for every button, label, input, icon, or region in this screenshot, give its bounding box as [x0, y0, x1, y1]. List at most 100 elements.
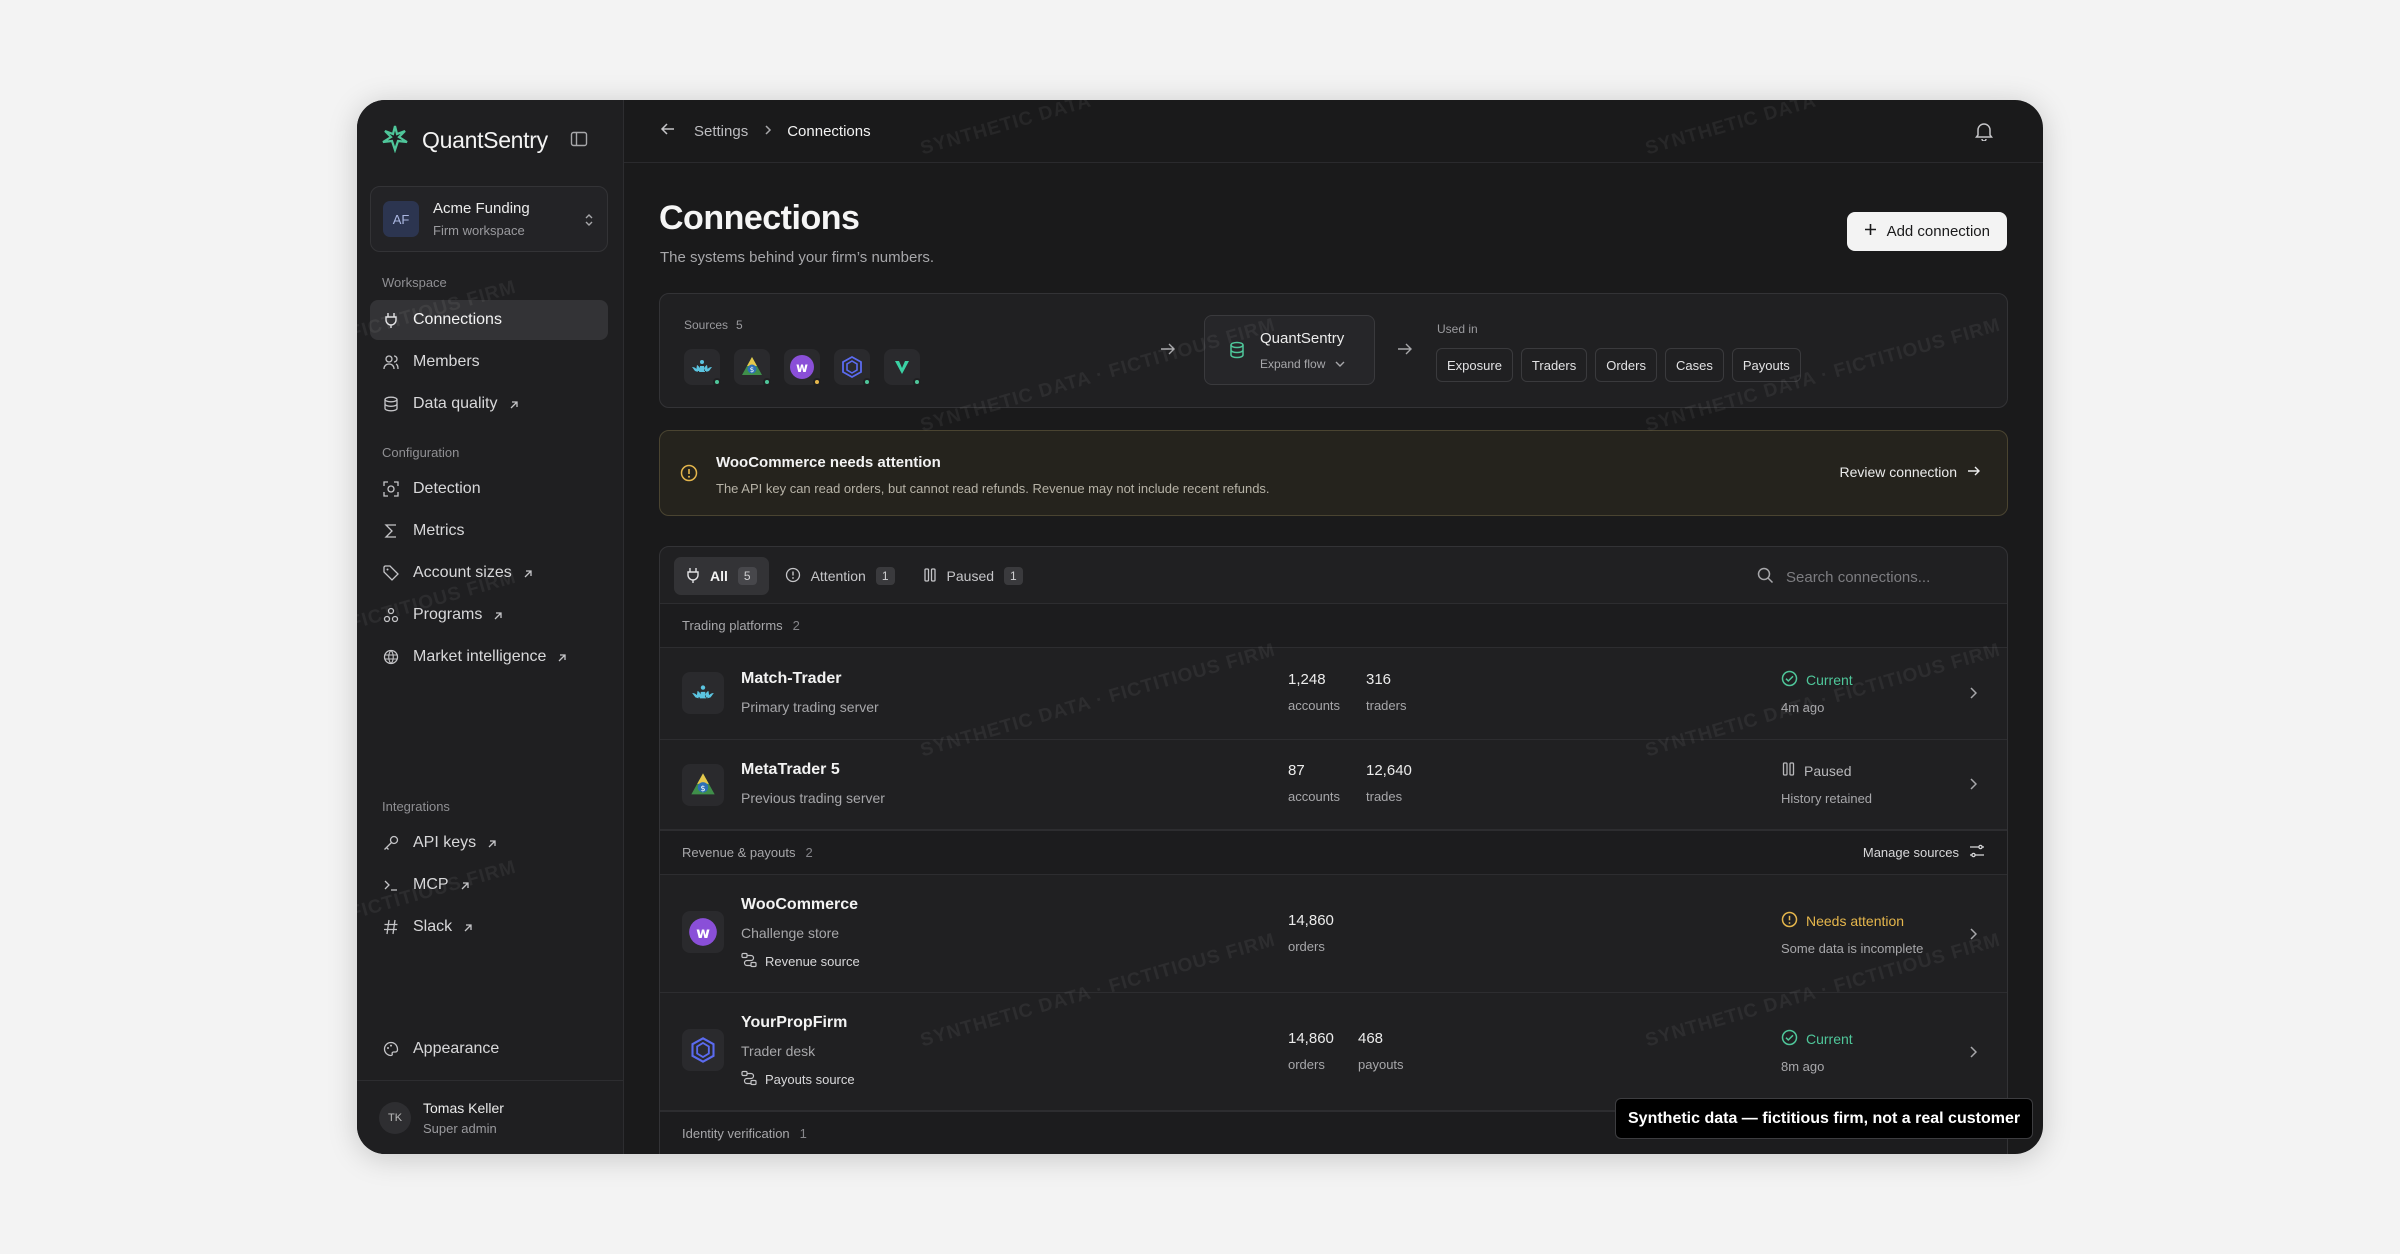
- brand-name: QuantSentry: [422, 127, 548, 153]
- quantsentry-hub[interactable]: QuantSentry Expand flow: [1204, 315, 1375, 385]
- used-in-chip[interactable]: Orders: [1595, 348, 1657, 382]
- bell-icon[interactable]: [1975, 121, 1993, 145]
- connection-name: WooCommerce: [741, 896, 859, 913]
- manage-sources-button[interactable]: Manage sources: [1863, 844, 1985, 861]
- stat: 1,248 accounts: [1288, 671, 1341, 713]
- used-in-chip[interactable]: Exposure: [1436, 348, 1513, 382]
- metatrader-icon[interactable]: $: [734, 349, 771, 386]
- scan-icon: [382, 480, 400, 498]
- sidebar-item-data-quality[interactable]: Data quality: [370, 384, 608, 424]
- sidebar-item-label: Appearance: [413, 1040, 500, 1057]
- stat: 87 accounts: [1288, 762, 1341, 804]
- sidebar-toggle-icon[interactable]: [570, 130, 588, 148]
- app-window: QuantSentry AF Acme Funding Firm workspa…: [357, 100, 2043, 1154]
- status-badge: Needs attention: [1781, 911, 1904, 931]
- search-icon: [1757, 567, 1774, 588]
- users-icon: [382, 353, 400, 371]
- user-menu[interactable]: TK Tomas Keller Super admin: [357, 1080, 624, 1154]
- sources-count: 5: [736, 318, 743, 332]
- sidebar-item-label: Market intelligence: [413, 648, 547, 665]
- group-header-revenue-payouts: Revenue & payouts 2 Manage sources: [660, 830, 2007, 875]
- metatrader-icon: $: [682, 764, 724, 806]
- add-connection-button[interactable]: Add connection: [1846, 212, 2007, 251]
- yourpropfirm-icon: [682, 1029, 724, 1071]
- used-in-chip[interactable]: Cases: [1664, 348, 1724, 382]
- external-link-icon: [462, 921, 474, 933]
- brand[interactable]: QuantSentry: [380, 123, 548, 158]
- section-label-integrations: Integrations: [382, 799, 450, 814]
- used-in-chip[interactable]: Traders: [1520, 348, 1588, 382]
- table-row[interactable]: w WooCommerce Challenge store Revenue so…: [660, 875, 2007, 993]
- avatar: TK: [379, 1101, 411, 1134]
- synthetic-data-notice: Synthetic data — fictitious firm, not a …: [1615, 1098, 2034, 1139]
- workspace-switcher[interactable]: AF Acme Funding Firm workspace: [370, 186, 608, 252]
- page-title: Connections: [659, 199, 860, 237]
- group-header-trading-platforms: Trading platforms 2: [660, 603, 2007, 648]
- woocommerce-icon: w: [682, 911, 724, 953]
- sidebar-item-label: Data quality: [413, 395, 498, 412]
- plus-icon: [1864, 223, 1877, 240]
- user-name: Tomas Keller: [423, 1099, 504, 1116]
- source-tag: Revenue source: [741, 952, 860, 971]
- connection-description: Challenge store: [741, 925, 840, 941]
- svg-text:w: w: [696, 924, 710, 942]
- match-trader-icon[interactable]: [684, 349, 721, 386]
- table-row[interactable]: YourPropFirm Trader desk Payouts source …: [660, 993, 2007, 1111]
- identity-provider-icon[interactable]: [884, 349, 921, 386]
- search-placeholder: Search connections...: [1786, 569, 1931, 586]
- sidebar-item-detection[interactable]: Detection: [370, 469, 608, 509]
- back-arrow-icon[interactable]: [660, 121, 676, 141]
- sidebar-item-market-intelligence[interactable]: Market intelligence: [370, 637, 608, 677]
- sidebar-item-members[interactable]: Members: [370, 342, 608, 382]
- stat: 14,860 orders: [1288, 1030, 1334, 1072]
- stat: 316 traders: [1366, 671, 1407, 713]
- sidebar-item-appearance[interactable]: Appearance: [370, 1029, 608, 1069]
- stat: 468 payouts: [1358, 1030, 1404, 1072]
- status-badge: Current: [1781, 1029, 1853, 1049]
- route-icon: [741, 1070, 757, 1089]
- chevron-updown-icon: [583, 211, 595, 234]
- stat: 12,640 trades: [1366, 762, 1412, 804]
- tab-all[interactable]: All 5: [674, 557, 769, 595]
- status-detail: History retained: [1781, 791, 1873, 806]
- match-trader-icon: [682, 672, 724, 714]
- chevron-right-icon: [1969, 777, 1978, 796]
- yourpropfirm-icon[interactable]: [834, 349, 871, 386]
- svg-text:$: $: [700, 783, 705, 793]
- sidebar-item-metrics[interactable]: Metrics: [370, 511, 608, 551]
- attention-alert: WooCommerce needs attention The API key …: [659, 430, 2008, 516]
- svg-text:$: $: [750, 366, 754, 374]
- tab-paused[interactable]: Paused 1: [911, 557, 1035, 595]
- sidebar: QuantSentry AF Acme Funding Firm workspa…: [357, 100, 624, 1154]
- chevron-right-icon: [1969, 686, 1978, 705]
- status-badge: Paused: [1781, 761, 1851, 780]
- tab-attention[interactable]: Attention 1: [773, 557, 907, 595]
- arrow-right-icon: [1397, 342, 1413, 361]
- section-label-workspace: Workspace: [382, 275, 447, 290]
- sidebar-item-label: Detection: [413, 480, 481, 497]
- svg-text:w: w: [796, 361, 808, 376]
- sliders-icon: [1969, 844, 1985, 861]
- sidebar-item-slack[interactable]: Slack: [370, 907, 608, 947]
- sources-label: Sources 5: [684, 318, 743, 332]
- warning-circle-icon: [1781, 911, 1798, 931]
- connections-panel: All 5 Attention 1 Paused 1 Search connec…: [659, 546, 2008, 1154]
- review-connection-link[interactable]: Review connection: [1839, 464, 1981, 480]
- user-role: Super admin: [423, 1120, 497, 1136]
- expand-flow-toggle[interactable]: Expand flow: [1260, 357, 1345, 371]
- palette-icon: [382, 1040, 400, 1058]
- sidebar-item-api-keys[interactable]: API keys: [370, 823, 608, 863]
- breadcrumb-settings[interactable]: Settings: [694, 123, 748, 140]
- quantsentry-logo-icon: [380, 123, 410, 158]
- used-in-chips: Exposure Traders Orders Cases Payouts: [1436, 348, 1801, 382]
- sidebar-item-label: Slack: [413, 918, 453, 935]
- tab-count: 5: [737, 567, 757, 585]
- woocommerce-icon[interactable]: w: [784, 349, 821, 386]
- source-icons: $ w: [684, 349, 921, 386]
- key-icon: [382, 834, 400, 852]
- sidebar-item-label: Members: [413, 353, 480, 370]
- search-input[interactable]: Search connections...: [1757, 567, 1987, 588]
- connection-description: Primary trading server: [741, 699, 879, 715]
- table-row[interactable]: $ MetaTrader 5 Previous trading server 8…: [660, 740, 2007, 830]
- warning-circle-icon: [680, 464, 698, 487]
